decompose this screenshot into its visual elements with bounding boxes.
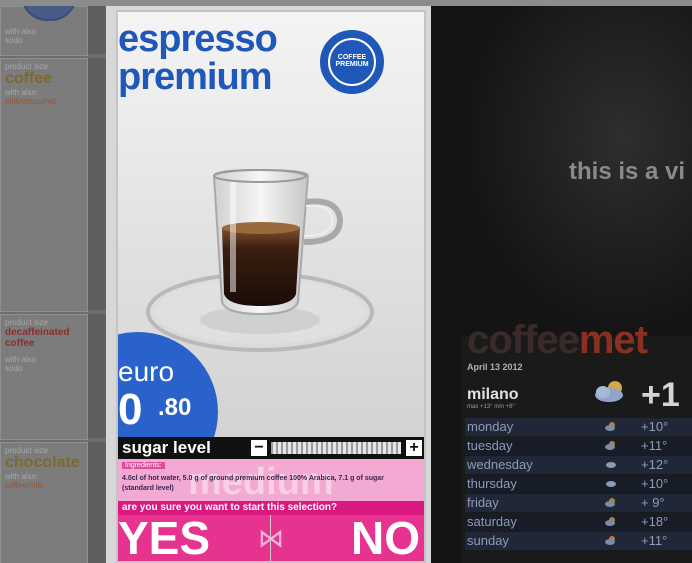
no-label: NO	[351, 515, 420, 561]
brand-logo-icon	[21, 6, 77, 21]
product-sidebar: with also sodo product size coffee with …	[0, 6, 106, 563]
forecast-row: thursday +10°	[465, 475, 692, 493]
sidebar-item-sub: sodo	[5, 36, 23, 45]
sidebar-item-small: with also	[5, 27, 37, 36]
forecast-temp: +12°	[641, 457, 669, 472]
sidebar-item-label: chocolate	[5, 454, 80, 471]
forecast-temp: +18°	[641, 514, 669, 529]
forecast-row: wednesday +12°	[465, 456, 692, 474]
sidebar-thumb	[88, 6, 106, 54]
forecast-row: tuesday +11°	[465, 437, 692, 455]
product-screen: espresso premium COFFEE PREMIUM euro 0 .…	[116, 10, 426, 563]
cloud-icon	[606, 462, 616, 468]
product-title-line2: premium	[118, 56, 272, 98]
forecast-day: thursday	[467, 476, 517, 491]
seal-text: COFFEE PREMIUM	[335, 54, 369, 68]
forecast-row: sunday +11°	[465, 532, 692, 550]
sugar-level-label: sugar level	[122, 438, 211, 457]
partly-cloudy-icon	[605, 517, 615, 526]
kiosk-panel: espresso premium COFFEE PREMIUM euro 0 .…	[106, 6, 431, 563]
sidebar-item-sub2: sodo	[5, 364, 23, 373]
sidebar-item-sub: with also	[5, 88, 37, 97]
sidebar-thumb	[88, 314, 106, 438]
brand-banner: coffeemet	[467, 318, 648, 363]
confirm-question: are you sure you want to start this sele…	[118, 501, 424, 515]
forecast-day: sunday	[467, 533, 509, 548]
forecast-temp: +10°	[641, 419, 669, 434]
sugar-increase-button[interactable]: +	[406, 440, 422, 456]
weather-date: April 13 2012	[467, 362, 523, 372]
forecast-day: monday	[467, 419, 514, 434]
sidebar-thumb	[88, 58, 106, 310]
coffee-premium-seal-icon: COFFEE PREMIUM	[320, 30, 384, 94]
sidebar-item-sub: with also	[5, 355, 37, 364]
forecast-day: friday	[467, 495, 499, 510]
sidebar-item-chocolate[interactable]: product size chocolate with also coffee/…	[0, 442, 88, 563]
sidebar-item-top[interactable]: with also sodo	[0, 6, 88, 56]
weather-city: milano	[467, 386, 519, 403]
forecast-temp: + 9°	[641, 495, 665, 510]
product-title-line1: espresso	[118, 18, 278, 60]
bow-decoration-icon: ⋈	[258, 523, 284, 553]
sidebar-item-small: product size	[5, 318, 49, 327]
ingredients-panel: medium Ingredients: 4.0cl of hot water, …	[118, 459, 424, 501]
sidebar-thumb	[88, 442, 106, 563]
sidebar-item-sub: with also	[5, 472, 37, 481]
forecast-row: monday +10°	[465, 418, 692, 436]
forecast-row: saturday +18°	[465, 513, 692, 531]
current-temperature: +1	[641, 376, 680, 414]
cloudy-sun-icon	[595, 381, 623, 402]
promo-text: this is a vi	[569, 158, 686, 185]
brand-part-b: met	[578, 318, 648, 362]
ingredients-text: 4.0cl of hot water, 5.0 g of ground prem…	[122, 475, 384, 492]
cloud-icon	[606, 481, 616, 487]
sugar-level-control: sugar level − +	[118, 437, 424, 459]
price-currency: euro	[118, 356, 175, 387]
price-whole: 0	[118, 385, 143, 434]
forecast-temp: +11°	[641, 533, 668, 548]
brand-part-a: coffee	[467, 318, 580, 362]
partly-cloudy-icon	[605, 441, 615, 450]
forecast-row: friday + 9°	[465, 494, 692, 512]
forecast-temp: +11°	[641, 438, 668, 453]
sidebar-item-label: decaffeinated coffee	[5, 327, 70, 349]
sidebar-item-coffee[interactable]: product size coffee with also milk/choco…	[0, 58, 88, 312]
weather-city-range: max +13° min +8°	[467, 404, 515, 410]
sidebar-item-sub2: coffee/milk	[5, 481, 44, 490]
sugar-level-slider[interactable]	[271, 442, 401, 454]
price-cents: .80	[158, 394, 192, 421]
partly-cloudy-icon	[605, 422, 615, 431]
sidebar-item-label: coffee	[5, 70, 53, 87]
partly-cloudy-icon	[605, 498, 615, 507]
info-screen: this is a vi coffeemet April 13 2012 mil…	[461, 6, 692, 563]
partly-cloudy-icon	[605, 536, 615, 545]
yes-label: YES	[118, 515, 211, 561]
sidebar-item-sub2: milk/choco/net	[5, 97, 57, 106]
ingredients-header: Ingredients:	[122, 462, 165, 469]
forecast-day: wednesday	[467, 457, 533, 472]
sidebar-item-decaf[interactable]: product size decaffeinated coffee with a…	[0, 314, 88, 440]
forecast-temp: +10°	[641, 476, 669, 491]
bezel-gap	[431, 6, 461, 563]
sugar-decrease-button[interactable]: −	[251, 440, 267, 456]
forecast-day: tuesday	[467, 438, 513, 453]
forecast-day: saturday	[467, 514, 517, 529]
